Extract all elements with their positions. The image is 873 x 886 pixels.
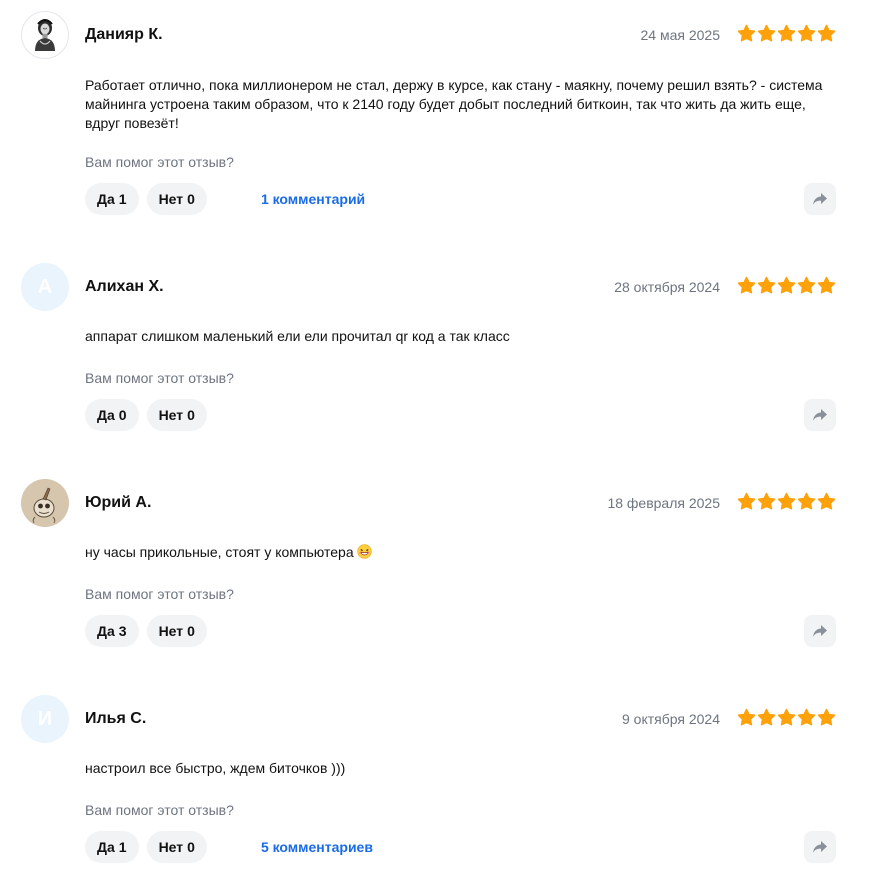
rating-stars — [737, 492, 836, 511]
review-date: 9 октября 2024 — [622, 711, 720, 727]
star-icon — [817, 24, 836, 42]
vote-yes-label: Да — [97, 407, 115, 423]
vote-no-button[interactable]: Нет 0 — [146, 183, 207, 215]
share-button[interactable] — [804, 399, 836, 431]
cartoon-avatar-icon — [21, 479, 69, 527]
review-text: настроил все быстро, ждем биточков ))) — [85, 760, 346, 776]
star-icon — [757, 492, 776, 510]
review-author: Алихан Х. — [85, 278, 164, 295]
vote-no-button[interactable]: Нет 0 — [146, 399, 207, 431]
star-icon — [817, 276, 836, 294]
vote-no-button[interactable]: Нет 0 — [146, 831, 207, 863]
vote-no-count: 0 — [187, 407, 195, 423]
share-arrow-icon — [813, 841, 827, 853]
statue-avatar-icon — [21, 11, 69, 59]
review-date: 28 октября 2024 — [614, 279, 720, 295]
vote-yes-button[interactable]: Да 3 — [85, 615, 139, 647]
vote-row: Да 1 Нет 0 5 комментариев — [85, 831, 373, 863]
vote-no-button[interactable]: Нет 0 — [146, 615, 207, 647]
star-icon — [797, 492, 816, 510]
vote-row: Да 0 Нет 0 — [85, 399, 215, 431]
star-icon — [737, 24, 756, 42]
star-icon — [797, 276, 816, 294]
star-icon — [777, 24, 796, 42]
star-icon — [737, 708, 756, 726]
star-icon — [777, 276, 796, 294]
share-button[interactable] — [804, 831, 836, 863]
vote-yes-count: 3 — [118, 623, 127, 639]
vote-no-label: Нет — [158, 407, 184, 423]
vote-yes-label: Да — [97, 623, 115, 639]
vote-row: Да 1 Нет 0 1 комментарий — [85, 183, 365, 215]
rating-stars — [737, 24, 836, 43]
vote-yes-count: 1 — [118, 839, 127, 855]
helpful-question: Вам помог этот отзыв? — [85, 586, 234, 602]
share-button[interactable] — [804, 183, 836, 215]
comments-link[interactable]: 5 комментариев — [261, 839, 373, 855]
helpful-question: Вам помог этот отзыв? — [85, 802, 234, 818]
star-icon — [737, 276, 756, 294]
review-author: Илья С. — [85, 710, 147, 727]
star-icon — [737, 492, 756, 510]
vote-no-label: Нет — [158, 191, 184, 207]
star-icon — [757, 708, 776, 726]
helpful-question: Вам помог этот отзыв? — [85, 154, 234, 170]
review-text-container: ну часы прикольные, стоят у компьютера — [85, 543, 835, 562]
star-icon — [757, 24, 776, 42]
review-text: ну часы прикольные, стоят у компьютера — [85, 544, 354, 560]
star-icon — [797, 24, 816, 42]
share-arrow-icon — [813, 193, 827, 205]
review-date: 18 февраля 2025 — [607, 495, 720, 511]
review-text: Работает отлично, пока миллионером не ст… — [85, 77, 823, 131]
vote-row: Да 3 Нет 0 — [85, 615, 215, 647]
star-icon — [777, 492, 796, 510]
vote-yes-label: Да — [97, 191, 115, 207]
review-text: аппарат слишком маленький ели ели прочит… — [85, 328, 510, 344]
vote-yes-count: 0 — [118, 407, 127, 423]
vote-no-count: 0 — [187, 839, 195, 855]
letter-avatar: А — [21, 263, 69, 311]
letter-avatar: И — [21, 695, 69, 743]
review-date: 24 мая 2025 — [640, 27, 721, 43]
vote-no-label: Нет — [158, 623, 184, 639]
star-icon — [817, 708, 836, 726]
vote-yes-label: Да — [97, 839, 115, 855]
review-author: Юрий А. — [85, 494, 152, 511]
vote-yes-button[interactable]: Да 0 — [85, 399, 139, 431]
vote-no-count: 0 — [187, 191, 195, 207]
comments-link[interactable]: 1 комментарий — [261, 191, 365, 207]
vote-no-label: Нет — [158, 839, 184, 855]
star-icon — [797, 708, 816, 726]
star-icon — [777, 708, 796, 726]
vote-yes-button[interactable]: Да 1 — [85, 183, 139, 215]
share-arrow-icon — [813, 625, 827, 637]
rating-stars — [737, 276, 836, 295]
share-button[interactable] — [804, 615, 836, 647]
vote-yes-button[interactable]: Да 1 — [85, 831, 139, 863]
helpful-question: Вам помог этот отзыв? — [85, 370, 234, 386]
star-icon — [757, 276, 776, 294]
grinning-face-emoji — [356, 544, 372, 559]
review-author: Данияр К. — [85, 26, 163, 43]
share-arrow-icon — [813, 409, 827, 421]
vote-yes-count: 1 — [118, 191, 127, 207]
vote-no-count: 0 — [187, 623, 195, 639]
rating-stars — [737, 708, 836, 727]
star-icon — [817, 492, 836, 510]
